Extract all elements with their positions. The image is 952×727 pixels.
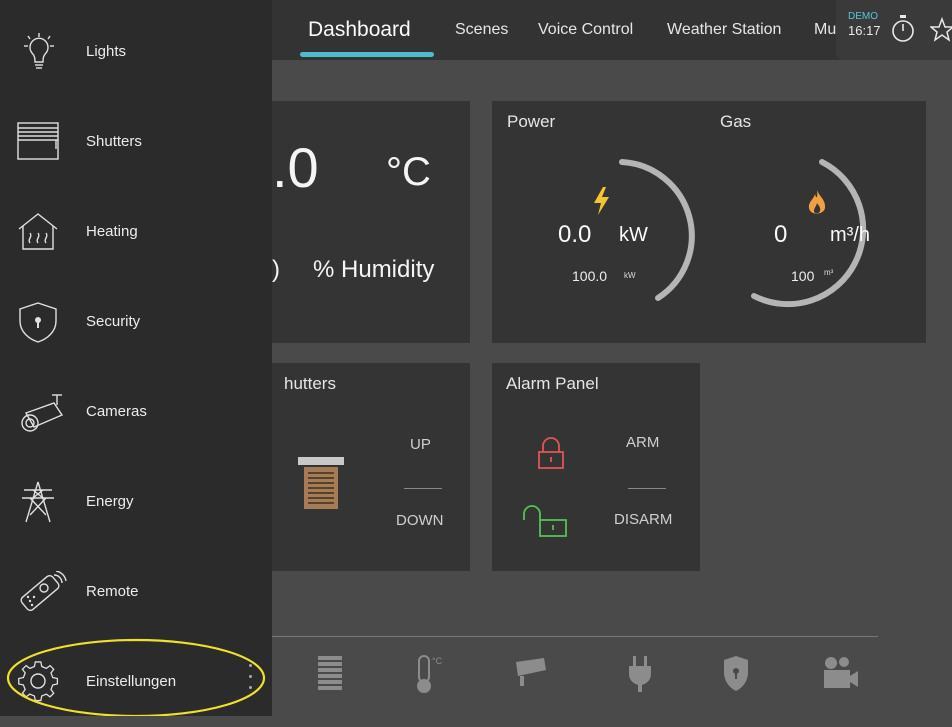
lightning-icon [592, 186, 612, 221]
sidebar-item-security[interactable]: Security [0, 277, 272, 367]
camera-icon [16, 391, 64, 433]
clock-time: 16:17 [848, 23, 881, 38]
power-title: Power [507, 112, 556, 131]
gas-gauge [751, 159, 867, 308]
sidebar-item-label: Cameras [86, 403, 147, 420]
alarm-divider [628, 488, 666, 489]
gas-unit: m³/h [830, 224, 870, 246]
shutter-status-icon [298, 457, 346, 516]
tab-voice-control[interactable]: Voice Control [538, 0, 633, 60]
humidity-label: % Humidity [313, 256, 435, 283]
highlight-ellipse [6, 638, 266, 716]
alarm-panel-title: Alarm Panel [506, 374, 599, 393]
sidebar-item-shutters[interactable]: Shutters [0, 97, 272, 187]
gas-value: 0 [774, 221, 788, 248]
active-tab-indicator [300, 52, 434, 57]
dock-plug-icon[interactable] [626, 654, 654, 701]
sidebar-item-label: Shutters [86, 133, 142, 150]
sidebar-item-lights[interactable]: Lights [0, 7, 272, 97]
favorite-star-icon[interactable] [928, 14, 952, 49]
gas-max: 100 [791, 268, 815, 284]
sidebar-item-heating[interactable]: Heating [0, 187, 272, 277]
shield-icon [16, 301, 62, 343]
power-unit: kW [619, 224, 648, 246]
dock-thermometer-icon[interactable]: °C [414, 654, 444, 701]
temperature-unit: °C [386, 150, 431, 194]
demo-badge: DEMO [848, 11, 878, 22]
shutters-down-button[interactable]: DOWN [396, 512, 444, 529]
shutters-title: hutters [284, 374, 336, 393]
tab-music[interactable]: Mu [814, 0, 836, 60]
dock-camera-icon[interactable] [514, 654, 550, 701]
dock-video-icon[interactable] [822, 654, 860, 701]
gas-title: Gas [720, 112, 752, 131]
sidebar-item-label: Remote [86, 583, 139, 600]
power-value: 0.0 [558, 221, 592, 248]
disarm-button[interactable]: DISARM [614, 511, 672, 528]
humidity-value: ) [272, 256, 280, 283]
temperature-value: .0 [272, 136, 319, 199]
sidebar-item-remote[interactable]: Remote [0, 547, 272, 637]
tab-weather-station[interactable]: Weather Station [667, 0, 781, 60]
tab-scenes[interactable]: Scenes [455, 0, 508, 60]
sidebar-item-label: Security [86, 313, 141, 330]
power-max-unit: kW [624, 271, 636, 280]
dock-separator [272, 636, 878, 637]
sidebar-item-label: Heating [86, 223, 138, 240]
power-pylon-icon [16, 481, 62, 523]
flame-icon [806, 188, 828, 223]
svg-text:°C: °C [432, 656, 443, 666]
lock-open-icon[interactable] [522, 504, 570, 545]
lock-closed-icon[interactable] [536, 436, 566, 475]
sidebar-item-label: Lights [86, 43, 127, 60]
heating-icon [16, 211, 62, 253]
shutters-icon [16, 121, 62, 163]
remote-icon [16, 570, 67, 613]
power-max: 100.0 [572, 268, 608, 284]
tab-dashboard[interactable]: Dashboard [308, 0, 411, 60]
lightbulb-icon [16, 31, 62, 73]
sidebar-item-label: Energy [86, 493, 134, 510]
shutters-up-button[interactable]: UP [410, 436, 431, 453]
shutters-divider [404, 488, 442, 489]
arm-button[interactable]: ARM [626, 434, 659, 451]
sidebar-item-energy[interactable]: Energy [0, 457, 272, 547]
sidebar-item-cameras[interactable]: Cameras [0, 367, 272, 457]
timer-icon[interactable] [890, 14, 916, 49]
gas-max-unit: m³ [824, 268, 834, 277]
dock-shield-icon[interactable] [722, 654, 750, 701]
dock-shutters-icon[interactable] [318, 654, 344, 701]
